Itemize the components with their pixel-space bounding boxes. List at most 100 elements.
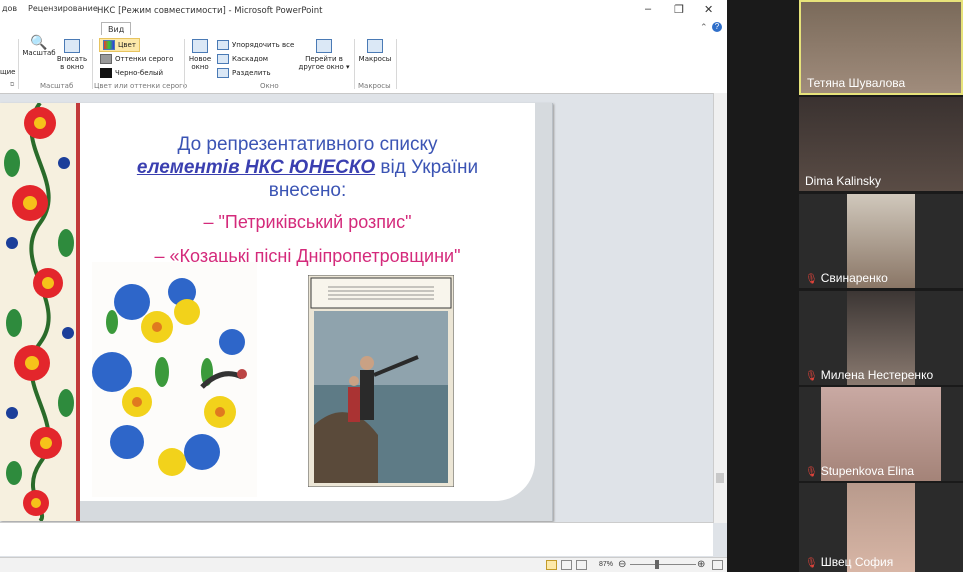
- notes-area[interactable]: [0, 522, 713, 556]
- participant-name-text: Швец София: [820, 555, 894, 569]
- participant-name: 🎙︎ Свинаренко: [805, 271, 888, 285]
- split-icon: [217, 68, 229, 78]
- cascade-icon: [217, 54, 229, 64]
- black-white-label: Черно-белый: [115, 69, 164, 77]
- ribbon: щие 🔍 Масштаб Вписать в окно Масштаб ⧉ Ц…: [0, 35, 727, 94]
- scroll-thumb[interactable]: [716, 473, 724, 483]
- flower-ornament-image: [0, 103, 80, 521]
- normal-view-icon[interactable]: [546, 560, 557, 570]
- new-window-icon: [192, 39, 208, 53]
- collapse-ribbon-icon[interactable]: ⌃: [700, 22, 708, 33]
- muted-mic-icon: 🎙︎: [805, 371, 818, 382]
- participant-tile[interactable]: 🎙︎ Свинаренко: [799, 194, 963, 288]
- reading-view-icon[interactable]: [576, 560, 587, 570]
- arrange-all-button[interactable]: Упорядочить все: [217, 40, 294, 50]
- participant-name-text: Stupenkova Elina: [820, 464, 915, 478]
- grayscale-icon: [100, 54, 112, 64]
- split-label: Разделить: [232, 69, 271, 77]
- ribbon-cut-label: щие: [0, 68, 16, 76]
- fit-label-2: в окно: [60, 63, 84, 71]
- zoom-in-icon[interactable]: ⊕: [697, 559, 705, 570]
- slide-heading-line2-rest: від України: [375, 157, 479, 178]
- participant-tile[interactable]: Тетяна Шувалова: [799, 0, 963, 95]
- group-label-macros: Макросы: [358, 82, 391, 90]
- maximize-button[interactable]: ❐: [674, 3, 684, 16]
- window-title: НКС [Режим совместимости] - Microsoft Po…: [97, 6, 323, 16]
- slide-sorter-icon[interactable]: [561, 560, 572, 570]
- black-white-button[interactable]: Черно-белый: [100, 68, 163, 78]
- zoom-level: 87%: [599, 561, 614, 568]
- dialog-launcher-icon[interactable]: ⧉: [10, 82, 14, 89]
- split-button[interactable]: Разделить: [217, 68, 271, 78]
- slide-heading-line1: До репрезентативного списку: [177, 134, 438, 155]
- ribbon-separator: [184, 39, 185, 89]
- muted-mic-icon: 🎙︎: [805, 558, 818, 569]
- slide-heading-line3: внесено:: [268, 180, 347, 201]
- ribbon-separator: [18, 39, 19, 89]
- participant-name: 🎙︎ Швец София: [805, 555, 893, 569]
- slide-item-1: – "Петриківський розпис": [203, 212, 412, 232]
- participant-tile[interactable]: Dima Kalinsky: [799, 97, 963, 191]
- title-bar: дов Рецензирование НКС [Режим совместимо…: [0, 0, 727, 23]
- new-window-label-2: окно: [191, 63, 209, 71]
- zoom-slider[interactable]: [630, 564, 696, 565]
- tab-partial[interactable]: дов: [2, 4, 17, 13]
- fit-slide-icon[interactable]: [712, 560, 723, 570]
- powerpoint-window: дов Рецензирование НКС [Режим совместимо…: [0, 0, 727, 572]
- participant-name: Тетяна Шувалова: [807, 76, 906, 90]
- switch-label-2: другое окно ▾: [298, 63, 350, 71]
- muted-mic-icon: 🎙︎: [805, 467, 818, 478]
- status-bar: 87% ⊖ ⊕: [0, 557, 727, 572]
- fit-window-button[interactable]: Вписать в окно: [56, 39, 88, 71]
- new-window-button[interactable]: Новое окно: [186, 39, 214, 71]
- participant-name: 🎙︎ Милена Нестеренко: [805, 368, 933, 382]
- grayscale-button[interactable]: Оттенки серого: [100, 54, 173, 64]
- participant-name: 🎙︎ Stupenkova Elina: [805, 464, 914, 478]
- cossack-song-illustration: [308, 275, 454, 487]
- muted-mic-icon: 🎙︎: [805, 274, 818, 285]
- macros-button[interactable]: Макросы: [357, 39, 393, 63]
- new-window-label-1: Новое: [188, 55, 212, 63]
- ribbon-separator: [92, 39, 93, 89]
- black-white-icon: [100, 68, 112, 78]
- participant-tile[interactable]: 🎙︎ Stupenkova Elina: [799, 387, 963, 481]
- macros-label: Макросы: [358, 55, 392, 63]
- group-label-window: Окно: [260, 82, 279, 90]
- grayscale-label: Оттенки серого: [115, 55, 174, 63]
- participant-tile[interactable]: 🎙︎ Милена Нестеренко: [799, 291, 963, 385]
- zoom-label: Масштаб: [22, 49, 56, 57]
- cascade-button[interactable]: Каскадом: [217, 54, 268, 64]
- ribbon-separator: [396, 39, 397, 89]
- arrange-all-label: Упорядочить все: [232, 41, 295, 49]
- group-label-scale: Масштаб: [40, 82, 74, 90]
- switch-label-1: Перейти в: [305, 55, 343, 63]
- unesco-link[interactable]: елементів НКС ЮНЕСКО: [137, 157, 375, 178]
- ribbon-separator: [354, 39, 355, 89]
- zoom-slider-thumb[interactable]: [655, 560, 659, 569]
- color-icon: [103, 40, 115, 50]
- participant-name: Dima Kalinsky: [805, 174, 882, 188]
- color-button[interactable]: Цвет: [99, 38, 140, 52]
- zoom-button[interactable]: 🔍 Масштаб: [22, 36, 56, 57]
- minimize-button[interactable]: –: [645, 3, 651, 15]
- arrange-all-icon: [217, 40, 229, 50]
- vertical-scrollbar[interactable]: [713, 93, 727, 523]
- macros-icon: [367, 39, 383, 53]
- ornament-border: [0, 103, 80, 521]
- petrykivka-painting-image: [92, 262, 257, 497]
- cascade-label: Каскадом: [232, 55, 269, 63]
- close-button[interactable]: ✕: [704, 3, 713, 16]
- participant-tile[interactable]: 🎙︎ Швец София: [799, 483, 963, 572]
- zoom-out-icon[interactable]: ⊖: [618, 559, 626, 570]
- tab-view[interactable]: Вид: [101, 22, 132, 36]
- help-icon[interactable]: ?: [712, 22, 722, 32]
- color-label: Цвет: [118, 41, 136, 49]
- switch-window-button[interactable]: Перейти в другое окно ▾: [298, 39, 350, 71]
- tab-review[interactable]: Рецензирование: [28, 4, 98, 13]
- participant-name-text: Свинаренко: [820, 271, 888, 285]
- participant-name-text: Милена Нестеренко: [820, 368, 934, 382]
- group-label-color: Цвет или оттенки серого: [94, 82, 188, 90]
- tab-strip: Вид ⌃ ?: [0, 22, 727, 36]
- fit-label-1: Вписать: [56, 55, 88, 63]
- switch-window-icon: [316, 39, 332, 53]
